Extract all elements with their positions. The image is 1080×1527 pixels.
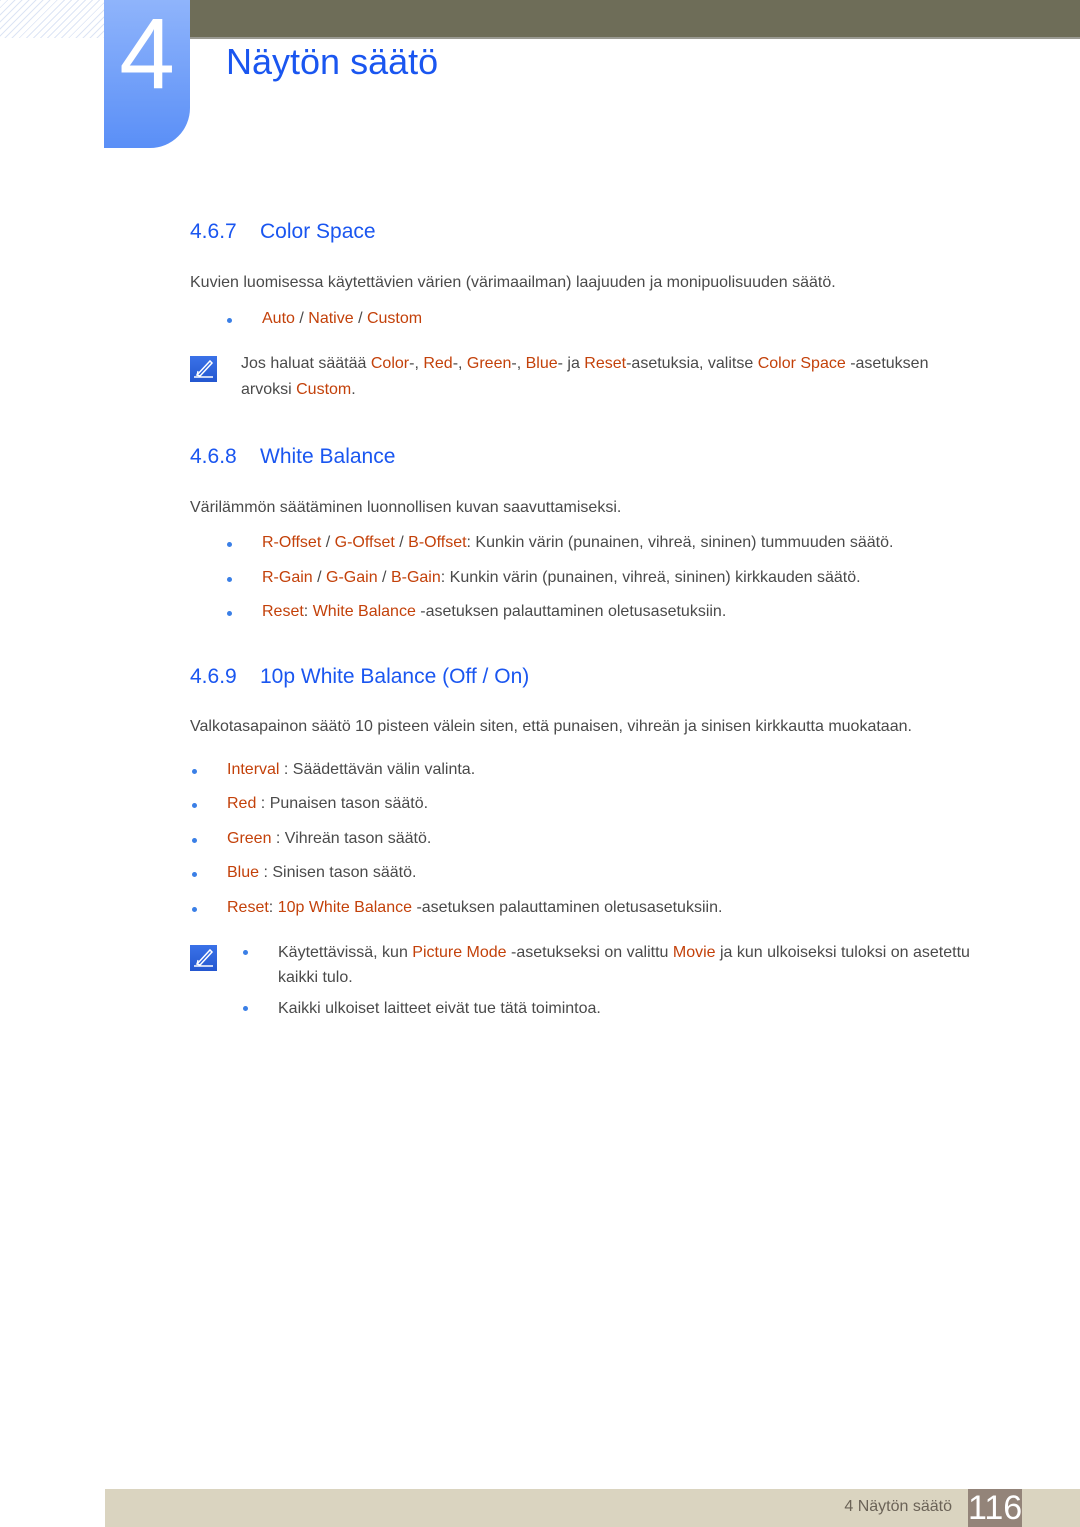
list-item: Reset: White Balance -asetuksen palautta… <box>226 603 727 620</box>
list-item: Interval : Säädettävän välin valinta. <box>191 761 476 778</box>
list-item: R-Offset / G-Offset / B-Offset: Kunkin v… <box>226 534 894 551</box>
section-number: 4.6.9 <box>190 665 237 688</box>
note-text: Jos haluat säätää Color-, Red-, Green-, … <box>241 355 929 398</box>
note-list-item: Käytettävissä, kun Picture Mode -asetuks… <box>243 940 978 990</box>
section-heading-white-balance: 4.6.8 White Balance <box>190 445 395 469</box>
page-number: 116 <box>968 1489 1023 1527</box>
option-native: Native <box>308 310 354 327</box>
section-intro: Kuvien luomisessa käytettävien värien (v… <box>190 274 836 291</box>
section-heading-color-space: 4.6.7 Color Space <box>190 220 376 244</box>
chapter-title: Näytön säätö <box>226 41 439 82</box>
option-auto: Auto <box>262 310 295 327</box>
chapter-number: 4 <box>119 0 175 110</box>
footer-chapter-label: 4 Näytön säätö <box>844 1498 952 1515</box>
section-number: 4.6.8 <box>190 445 237 468</box>
chapter-number-badge: 4 <box>104 0 190 148</box>
list-item: Reset: 10p White Balance -asetuksen pala… <box>191 899 723 916</box>
note-list-item: Kaikki ulkoiset laitteet eivät tue tätä … <box>243 996 978 1021</box>
section-title: Color Space <box>260 220 376 243</box>
list-item: Auto / Native / Custom <box>226 310 423 328</box>
header-hatch-decoration <box>0 0 104 38</box>
list-item: Red : Punaisen tason säätö. <box>191 795 429 812</box>
option-custom: Custom <box>366 310 423 327</box>
section-intro: Värilämmön säätäminen luonnollisen kuvan… <box>190 499 622 516</box>
section-intro: Valkotasapainon säätö 10 pisteen välein … <box>190 718 912 735</box>
list-item: Green : Vihreän tason säätö. <box>191 830 432 847</box>
header-bar <box>185 0 1080 39</box>
section-title: White Balance <box>260 445 396 468</box>
note-pencil-icon <box>190 356 217 382</box>
section-title: 10p White Balance (Off / On) <box>260 665 530 688</box>
note-pencil-icon <box>190 945 217 971</box>
section-heading-10p-white-balance: 4.6.9 10p White Balance (Off / On) <box>190 665 529 689</box>
list-item: Blue : Sinisen tason säätö. <box>191 864 417 881</box>
section-number: 4.6.7 <box>190 220 237 243</box>
separator: / <box>294 310 309 327</box>
list-item: R-Gain / G-Gain / B-Gain: Kunkin värin (… <box>227 569 861 586</box>
separator: / <box>353 310 367 327</box>
page-footer: 4 Näytön säätö <box>105 1489 1080 1527</box>
